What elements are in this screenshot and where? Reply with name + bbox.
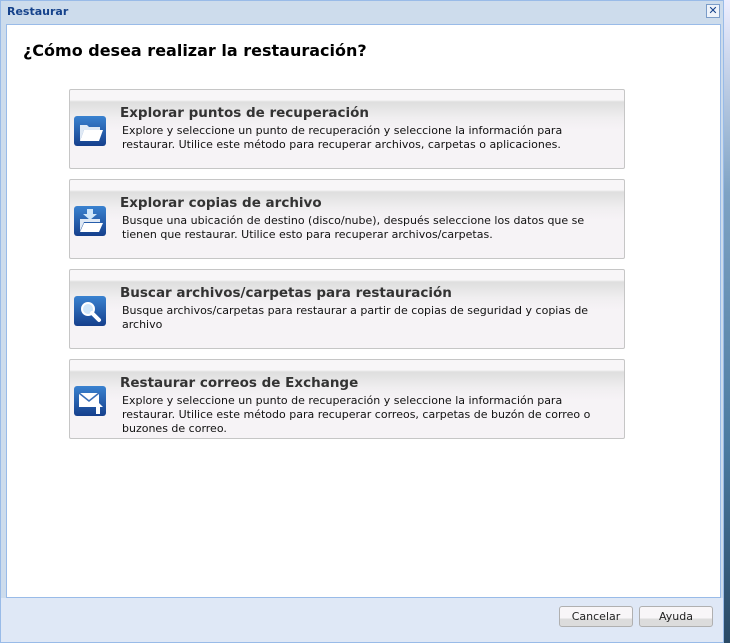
restore-dialog: Restaurar ✕ ¿Cómo desea realizar la rest… (0, 0, 724, 643)
search-icon (74, 296, 106, 326)
help-button[interactable]: Ayuda (639, 606, 713, 627)
option-restore-exchange-mail[interactable]: Restaurar correos de Exchange Explore y … (69, 359, 625, 439)
dialog-title: Restaurar (7, 5, 69, 18)
option-title: Explorar copias de archivo (120, 195, 322, 211)
cancel-button[interactable]: Cancelar (559, 606, 633, 627)
folder-icon (74, 116, 106, 146)
option-explore-file-copies[interactable]: Explorar copias de archivo Busque una ub… (69, 179, 625, 259)
title-bar[interactable]: Restaurar ✕ (1, 1, 723, 24)
option-description: Busque una ubicación de destino (disco/n… (122, 214, 585, 241)
mail-icon (74, 386, 106, 416)
option-search-files[interactable]: Buscar archivos/carpetas para restauraci… (69, 269, 625, 349)
option-title: Explorar puntos de recuperación (120, 105, 370, 121)
option-description: Explore y seleccione un punto de recuper… (122, 394, 591, 435)
close-icon[interactable]: ✕ (706, 4, 720, 18)
page-title: ¿Cómo desea realizar la restauración? (23, 41, 367, 60)
folder-download-icon (74, 206, 106, 236)
option-description: Explore y seleccione un punto de recuper… (122, 124, 563, 151)
dialog-footer: Cancelar Ayuda (1, 598, 723, 642)
option-title: Buscar archivos/carpetas para restauraci… (120, 285, 452, 301)
option-explore-recovery-points[interactable]: Explorar puntos de recuperación Explore … (69, 89, 625, 169)
option-title: Restaurar correos de Exchange (120, 375, 359, 391)
background-strip (724, 0, 730, 643)
option-description: Busque archivos/carpetas para restaurar … (122, 304, 589, 331)
dialog-body: ¿Cómo desea realizar la restauración? Ex… (6, 24, 721, 598)
